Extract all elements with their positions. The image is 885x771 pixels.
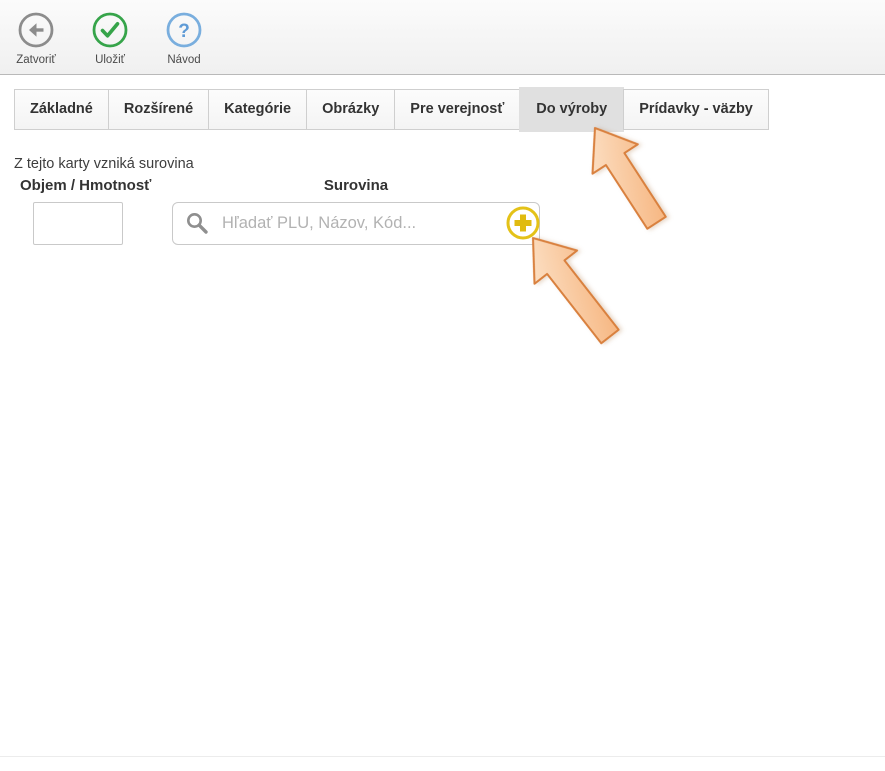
toolbar: Zatvoriť Uložiť ? Návod [0, 0, 885, 75]
intro-text: Z tejto karty vzniká surovina [14, 156, 194, 172]
tab-pre-verejnost[interactable]: Pre verejnosť [394, 89, 520, 130]
tab-do-vyroby[interactable]: Do výroby [519, 87, 624, 132]
tab-zakladne[interactable]: Základné [14, 89, 109, 130]
tab-obrazky[interactable]: Obrázky [306, 89, 395, 130]
surovina-search-box [172, 202, 540, 245]
save-button[interactable]: Uložiť [78, 0, 142, 67]
volume-weight-label: Objem / Hmotnosť [20, 177, 151, 194]
save-button-label: Uložiť [95, 54, 125, 66]
help-button-label: Návod [167, 54, 200, 66]
close-button[interactable]: Zatvoriť [4, 0, 68, 67]
help-button[interactable]: ? Návod [152, 0, 216, 67]
tab-kategorie[interactable]: Kategórie [208, 89, 307, 130]
tab-rozsirene[interactable]: Rozšírené [108, 89, 209, 130]
tab-pridavky-vazby[interactable]: Prídavky - väzby [623, 89, 769, 130]
volume-weight-input[interactable] [33, 202, 123, 245]
tab-bar: Základné Rozšírené Kategórie Obrázky Pre… [14, 87, 769, 132]
check-icon [91, 11, 129, 52]
surovina-search-input[interactable] [220, 213, 539, 234]
svg-text:?: ? [178, 21, 190, 42]
add-surovina-button[interactable] [506, 206, 540, 240]
surovina-label: Surovina [172, 177, 540, 194]
back-arrow-icon [17, 11, 55, 52]
magnifier-icon [185, 211, 210, 236]
close-button-label: Zatvoriť [16, 54, 55, 66]
bottom-divider [0, 756, 885, 757]
question-icon: ? [165, 11, 203, 52]
plus-icon [506, 206, 540, 240]
product-card-window: Zatvoriť Uložiť ? Návod Základné Rozší [0, 0, 885, 771]
